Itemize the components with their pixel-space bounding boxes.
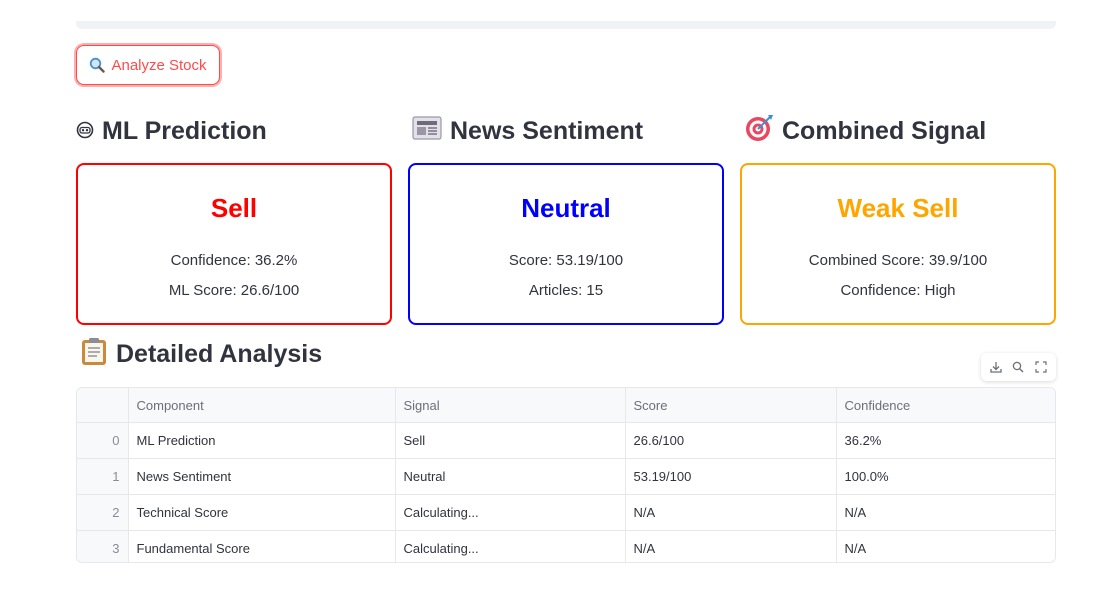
combined-confidence: Confidence: High: [840, 282, 956, 299]
index-header: [77, 388, 129, 423]
ml-score: ML Score: 26.6/100: [168, 282, 300, 299]
analyze-stock-button[interactable]: Analyze Stock: [76, 45, 220, 85]
table-row: 1 News Sentiment Neutral 53.19/100 100.0…: [77, 458, 1055, 495]
signal-cell[interactable]: Sell: [395, 422, 626, 459]
score-cell[interactable]: N/A: [625, 530, 837, 562]
score-cell[interactable]: 26.6/100: [625, 422, 837, 459]
component-cell[interactable]: Technical Score: [128, 494, 396, 531]
news-score: Score: 53.19/100: [508, 252, 624, 269]
component-cell[interactable]: News Sentiment: [128, 458, 396, 495]
table-toolbar: [981, 353, 1056, 381]
ml-prediction-heading: ML Prediction: [76, 112, 267, 150]
signal-cell[interactable]: Calculating...: [395, 494, 626, 531]
analyze-stock-label: Analyze Stock: [111, 56, 207, 74]
confidence-cell[interactable]: N/A: [836, 494, 1055, 531]
signal-header[interactable]: Signal: [395, 388, 626, 423]
confidence-header[interactable]: Confidence: [836, 388, 1055, 423]
top-divider: [76, 21, 1056, 29]
signal-cell[interactable]: Neutral: [395, 458, 626, 495]
robot-icon: [76, 117, 94, 146]
combined-signal-heading: Combined Signal: [744, 112, 986, 150]
table-header-row: Component Signal Score Confidence: [77, 388, 1055, 423]
news-articles: Articles: 15: [528, 282, 604, 299]
component-header[interactable]: Component: [128, 388, 396, 423]
news-sentiment-card: Neutral Score: 53.19/100 Articles: 15: [408, 163, 724, 325]
table-row: 0 ML Prediction Sell 26.6/100 36.2%: [77, 422, 1055, 459]
score-header[interactable]: Score: [625, 388, 837, 423]
detailed-analysis-title: Detailed Analysis: [116, 339, 323, 368]
row-index: 2: [77, 494, 129, 531]
table-row: 2 Technical Score Calculating... N/A N/A: [77, 494, 1055, 531]
signal-cell[interactable]: Calculating...: [395, 530, 626, 562]
fullscreen-icon[interactable]: [1035, 361, 1047, 373]
combined-score: Combined Score: 39.9/100: [808, 252, 988, 269]
component-cell[interactable]: Fundamental Score: [128, 530, 396, 562]
news-sentiment-heading: News Sentiment: [412, 112, 643, 150]
confidence-cell[interactable]: 36.2%: [836, 422, 1055, 459]
search-icon[interactable]: [1012, 361, 1024, 373]
download-icon[interactable]: [990, 361, 1002, 373]
detailed-analysis-heading: Detailed Analysis: [80, 335, 322, 373]
ml-confidence: Confidence: 36.2%: [170, 252, 298, 269]
clipboard-icon: [80, 336, 108, 373]
target-icon: [744, 114, 774, 149]
newspaper-icon: [412, 115, 442, 148]
combined-signal: Weak Sell: [837, 193, 959, 223]
ml-signal: Sell: [210, 193, 258, 223]
detailed-analysis-table: Component Signal Score Confidence 0 ML P…: [76, 387, 1056, 563]
search-icon: [89, 57, 106, 73]
table-row: 3 Fundamental Score Calculating... N/A N…: [77, 530, 1055, 563]
component-cell[interactable]: ML Prediction: [128, 422, 396, 459]
row-index: 0: [77, 422, 129, 459]
news-signal: Neutral: [521, 193, 611, 223]
combined-signal-card: Weak Sell Combined Score: 39.9/100 Confi…: [740, 163, 1056, 325]
score-cell[interactable]: 53.19/100: [625, 458, 837, 495]
confidence-cell[interactable]: N/A: [836, 531, 1055, 563]
ml-prediction-card: Sell Confidence: 36.2% ML Score: 26.6/10…: [76, 163, 392, 325]
confidence-cell[interactable]: 100.0%: [836, 458, 1055, 495]
ml-prediction-title: ML Prediction: [102, 116, 267, 145]
score-cell[interactable]: N/A: [625, 494, 837, 531]
combined-signal-title: Combined Signal: [782, 116, 987, 145]
row-index: 1: [77, 458, 129, 495]
news-sentiment-title: News Sentiment: [450, 116, 644, 145]
row-index: 3: [77, 530, 129, 562]
